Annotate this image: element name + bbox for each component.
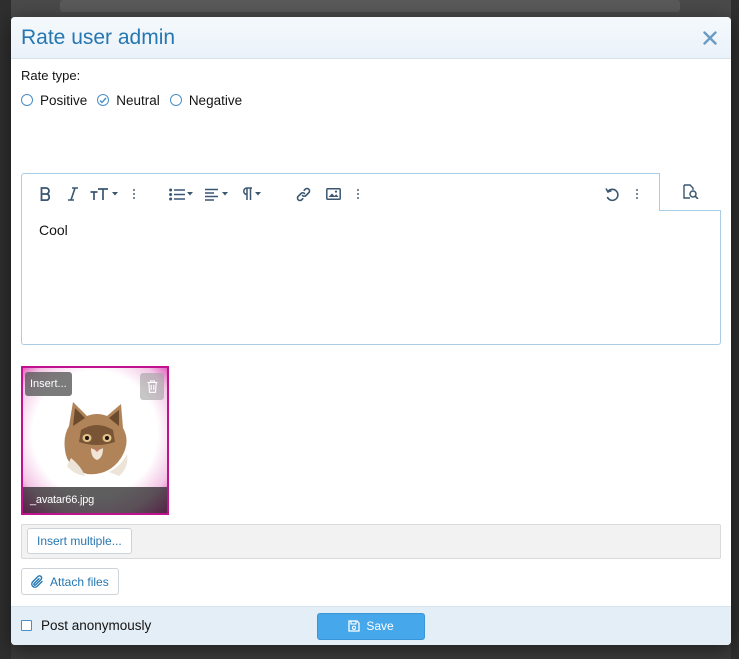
save-label: Save — [366, 619, 394, 633]
undo-button[interactable] — [605, 185, 620, 203]
cat-image — [64, 402, 128, 476]
checkmark-icon — [99, 97, 107, 104]
paperclip-icon — [31, 574, 43, 588]
rate-option-label: Neutral — [116, 92, 160, 108]
more-vertical-icon — [356, 188, 360, 200]
italic-button[interactable] — [68, 185, 78, 203]
backdrop-edge-right — [731, 0, 739, 659]
image-button[interactable] — [326, 185, 341, 203]
delete-attachment-button[interactable] — [140, 373, 164, 400]
rate-option-negative[interactable]: Negative — [169, 92, 243, 108]
backdrop-bar — [60, 0, 680, 12]
italic-icon — [68, 187, 78, 201]
dialog-header: Rate user admin — [11, 17, 731, 59]
rate-type-options: Positive Neutral Negative — [21, 92, 721, 108]
post-anonymously-label: Post anonymously — [41, 618, 152, 633]
insert-multiple-button[interactable]: Insert multiple... — [27, 528, 132, 554]
radio-negative[interactable] — [169, 94, 182, 106]
list-button[interactable] — [169, 185, 193, 203]
rate-option-positive[interactable]: Positive — [21, 93, 87, 108]
close-icon — [703, 30, 717, 45]
more-options-button[interactable] — [635, 185, 639, 203]
editor-toolbar — [22, 173, 721, 212]
message-editor: Cool — [21, 173, 721, 345]
attachment-thumbnail[interactable]: Insert... _avatar66.jpg — [21, 366, 169, 515]
rate-type-label: Rate type: — [21, 68, 81, 83]
align-left-icon — [205, 188, 218, 201]
image-icon — [326, 188, 341, 200]
chevron-down-icon — [222, 192, 228, 196]
chevron-down-icon — [187, 192, 193, 196]
undo-icon — [605, 187, 619, 201]
bold-icon — [40, 187, 51, 201]
text-size-button[interactable] — [90, 185, 118, 203]
align-button[interactable] — [205, 185, 228, 203]
editor-content[interactable]: Cool — [22, 212, 720, 248]
backdrop-edge-left — [0, 0, 11, 659]
dialog-title: Rate user admin — [21, 25, 176, 49]
trash-icon — [147, 380, 157, 393]
more-insert-button[interactable] — [356, 185, 360, 203]
text-size-icon — [90, 188, 108, 200]
chevron-down-icon — [112, 192, 118, 196]
attach-files-button[interactable]: Attach files — [21, 568, 119, 595]
more-text-button[interactable] — [132, 185, 136, 203]
paragraph-button[interactable] — [241, 185, 261, 203]
radio-neutral[interactable] — [97, 94, 110, 106]
attach-files-label: Attach files — [50, 574, 109, 589]
rate-option-label: Positive — [40, 92, 88, 108]
bold-button[interactable] — [40, 185, 51, 203]
chevron-down-icon — [255, 192, 261, 196]
list-icon — [169, 188, 185, 200]
close-button[interactable] — [699, 27, 721, 49]
insert-multiple-bar: Insert multiple... — [21, 524, 721, 559]
save-icon — [348, 620, 360, 632]
attachment-filename: _avatar66.jpg — [23, 487, 167, 513]
link-icon — [296, 187, 311, 201]
paragraph-icon — [243, 187, 252, 200]
rate-option-neutral[interactable]: Neutral — [97, 93, 160, 108]
rate-user-dialog: Rate user admin Rate type: Positive Neut… — [11, 17, 731, 645]
link-button[interactable] — [296, 185, 311, 203]
rate-option-label: Negative — [188, 92, 243, 108]
radio-positive[interactable] — [21, 94, 33, 106]
save-button[interactable]: Save — [317, 612, 425, 640]
post-anonymously-option[interactable]: Post anonymously — [21, 618, 151, 633]
preview-toggle-button[interactable] — [659, 173, 721, 211]
post-anonymously-checkbox[interactable] — [21, 620, 32, 631]
insert-attachment-button[interactable]: Insert... — [25, 372, 72, 396]
preview-icon — [683, 184, 699, 199]
dialog-body: Rate type: Positive Neutral Negative Coo… — [11, 59, 731, 633]
more-vertical-icon — [635, 188, 639, 200]
more-vertical-icon — [132, 188, 136, 200]
